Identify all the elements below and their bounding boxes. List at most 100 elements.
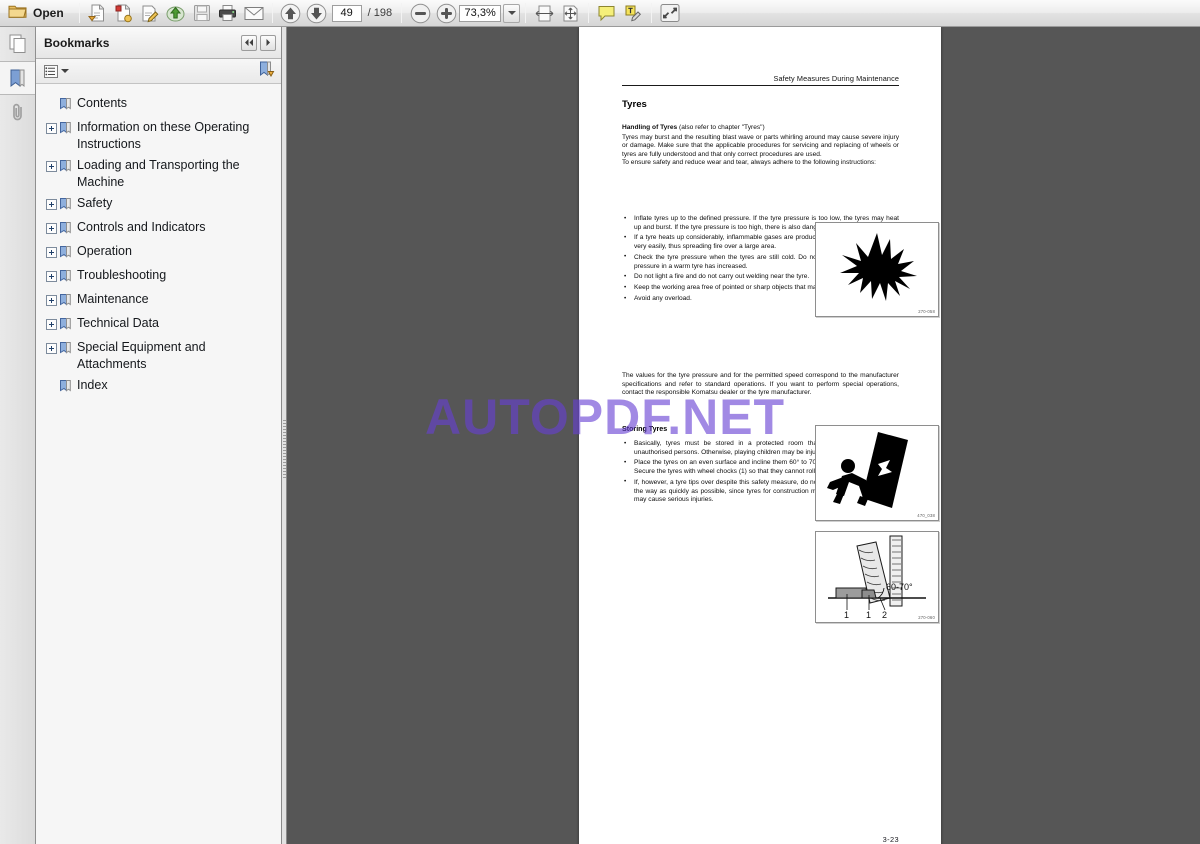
arrow-up-icon[interactable] <box>278 2 304 25</box>
list-options-icon[interactable] <box>44 64 69 78</box>
bookmark-item-index[interactable]: Index <box>36 375 281 399</box>
save-a-copy-icon[interactable] <box>85 2 111 25</box>
bookmark-item-icon <box>60 379 71 397</box>
angle-label: 60-70° <box>886 582 913 592</box>
email-icon[interactable] <box>241 2 267 25</box>
bookmark-item-loading-and-transporting-the-machine[interactable]: Loading and Transporting the Machine <box>36 155 281 193</box>
svg-text:1: 1 <box>866 610 871 620</box>
open-button[interactable]: Open <box>0 0 74 27</box>
save-icon[interactable] <box>189 2 215 25</box>
bookmarks-panel: Bookmarks Contents Information on these … <box>36 27 282 844</box>
fit-page-icon[interactable] <box>557 2 583 25</box>
figure-caption: 270-060 <box>918 615 935 620</box>
bookmark-item-label: Troubleshooting <box>77 268 167 282</box>
running-header: Safety Measures During Maintenance <box>622 74 899 86</box>
handling-title: Handling of Tyres <box>622 124 678 131</box>
zoom-dropdown-button[interactable] <box>503 3 521 23</box>
bookmarks-options-toolbar <box>36 59 281 84</box>
page-content: Safety Measures During Maintenance Tyres… <box>579 27 941 844</box>
page-title: Tyres <box>622 99 647 110</box>
fit-width-icon[interactable] <box>531 2 557 25</box>
minus-circle-icon[interactable] <box>407 2 433 25</box>
expand-toggle-icon[interactable] <box>46 343 57 354</box>
side-panel-rail <box>0 27 36 844</box>
expand-toggle-icon[interactable] <box>46 271 57 282</box>
expand-toggle-icon[interactable] <box>46 123 57 134</box>
document-viewer[interactable]: Safety Measures During Maintenance Tyres… <box>287 27 1200 844</box>
bookmark-item-label: Operation <box>77 244 132 258</box>
bookmark-item-label: Technical Data <box>77 316 159 330</box>
bookmark-item-special-equipment-and-attachments[interactable]: Special Equipment and Attachments <box>36 337 281 375</box>
falling-tyre-person-figure: 470_038 <box>815 425 939 521</box>
bookmark-item-safety[interactable]: Safety <box>36 193 281 217</box>
pdf-reader-window: Open 49 / 198 73,3% Bookmarks Contents I… <box>0 0 1200 844</box>
expand-toggle-icon[interactable] <box>46 319 57 330</box>
bookmark-item-technical-data[interactable]: Technical Data <box>36 313 281 337</box>
handling-paragraph-1: Tyres may burst and the resulting blast … <box>622 133 899 158</box>
chevron-right-icon[interactable] <box>260 34 276 51</box>
page-thumbnails-icon[interactable] <box>0 27 35 61</box>
page-count-label: / 198 <box>367 7 393 19</box>
toolbar-divider-4 <box>525 3 527 23</box>
burst-tyre-explosion-figure: 270-058 <box>815 222 939 317</box>
arrow-down-icon[interactable] <box>304 2 330 25</box>
bookmark-item-information-on-these-operating-instructions[interactable]: Information on these Operating Instructi… <box>36 117 281 155</box>
expand-toggle-icon[interactable] <box>46 223 57 234</box>
svg-text:2: 2 <box>882 610 887 620</box>
zoom-level-input[interactable]: 73,3% <box>459 4 502 22</box>
values-paragraph: The values for the tyre pressure and for… <box>622 372 899 397</box>
expand-toggle-icon[interactable] <box>46 199 57 210</box>
bookmark-item-label: Information on these Operating Instructi… <box>77 120 250 151</box>
bookmark-item-maintenance[interactable]: Maintenance <box>36 289 281 313</box>
attach-file-icon[interactable] <box>111 2 137 25</box>
caret-down-icon <box>61 69 69 73</box>
chevron-down-icon <box>507 11 516 15</box>
figure-caption: 270-058 <box>918 309 935 314</box>
storing-tyres-title: Storing Tyres <box>622 425 668 433</box>
new-bookmark-icon[interactable] <box>259 61 275 82</box>
attachments-icon[interactable] <box>0 95 35 129</box>
sticky-note-icon[interactable] <box>594 2 620 25</box>
bookmark-item-label: Special Equipment and Attachments <box>77 340 206 371</box>
bookmark-item-label: Controls and Indicators <box>77 220 206 234</box>
fullscreen-icon[interactable] <box>657 2 683 25</box>
bookmark-item-icon <box>60 121 71 139</box>
current-page-input[interactable]: 49 <box>331 4 362 22</box>
bookmark-tree[interactable]: Contents Information on these Operating I… <box>36 84 281 844</box>
toolbar-divider-3 <box>401 3 403 23</box>
expand-toggle-icon[interactable] <box>46 247 57 258</box>
bookmark-item-icon <box>60 293 71 311</box>
bookmark-item-icon <box>60 221 71 239</box>
plus-circle-icon[interactable] <box>433 2 459 25</box>
handling-title-suffix: (also refer to chapter "Tyres") <box>677 124 765 131</box>
splitter-grip[interactable] <box>283 420 286 480</box>
open-button-label: Open <box>33 6 64 20</box>
bookmark-item-icon <box>60 317 71 335</box>
bookmark-item-label: Maintenance <box>77 292 149 306</box>
bookmarks-icon[interactable] <box>0 61 35 95</box>
expand-toggle-icon[interactable] <box>46 295 57 306</box>
toolbar-divider-5 <box>588 3 590 23</box>
bookmark-item-contents[interactable]: Contents <box>36 93 281 117</box>
toolbar-divider-1 <box>78 3 80 23</box>
expand-toggle-icon[interactable] <box>46 161 57 172</box>
bookmark-item-label: Contents <box>77 96 128 110</box>
text-highlight-icon[interactable] <box>620 2 646 25</box>
bookmark-item-icon <box>60 341 71 359</box>
toolbar-divider-2 <box>271 3 273 23</box>
bookmark-item-troubleshooting[interactable]: Troubleshooting <box>36 265 281 289</box>
document-page: Safety Measures During Maintenance Tyres… <box>579 27 941 844</box>
bookmark-item-controls-and-indicators[interactable]: Controls and Indicators <box>36 217 281 241</box>
print-icon[interactable] <box>215 2 241 25</box>
bookmark-item-icon <box>60 269 71 287</box>
toolbar-divider-6 <box>651 3 653 23</box>
sign-document-icon[interactable] <box>137 2 163 25</box>
handling-of-tyres-block: Handling of Tyres (also refer to chapter… <box>622 124 899 168</box>
bookmark-item-icon <box>60 159 71 177</box>
bookmark-item-label: Loading and Transporting the Machine <box>77 158 240 189</box>
upload-icon[interactable] <box>163 2 189 25</box>
bookmark-item-operation[interactable]: Operation <box>36 241 281 265</box>
tyre-incline-angle-figure: 60-70° 1 1 2 270-060 <box>815 531 939 623</box>
bookmarks-panel-title: Bookmarks <box>44 35 110 50</box>
double-chevron-left-icon[interactable] <box>241 34 257 51</box>
